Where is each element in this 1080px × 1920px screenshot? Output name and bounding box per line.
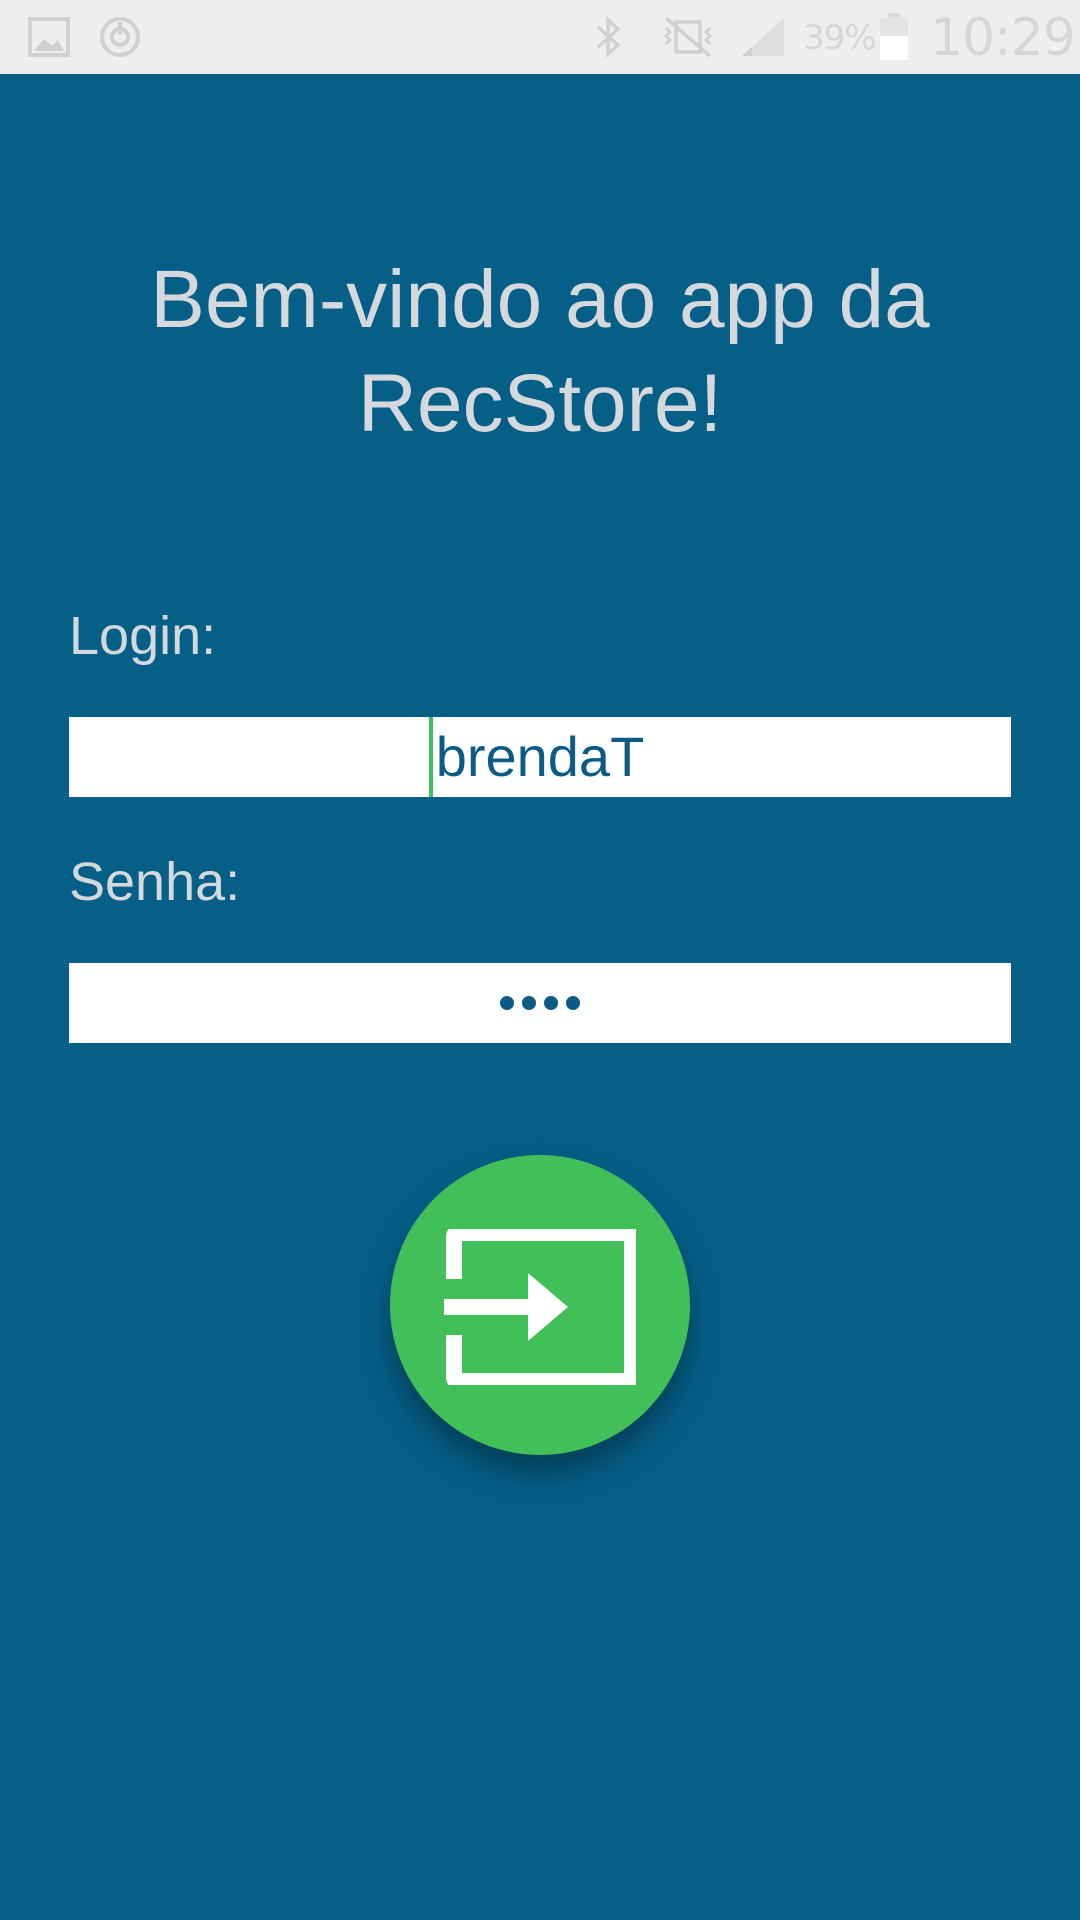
password-label: Senha:: [69, 852, 241, 912]
text-caret: [429, 717, 433, 797]
password-dot: [522, 996, 536, 1010]
bluetooth-icon: [596, 16, 621, 58]
image-icon: [28, 17, 70, 57]
login-label: Login:: [69, 606, 217, 666]
battery-icon: [880, 13, 908, 60]
password-dot: [544, 996, 558, 1010]
login-button[interactable]: [390, 1155, 690, 1455]
password-mask: [69, 963, 1011, 1043]
signal-icon: [742, 18, 784, 56]
password-dot: [566, 996, 580, 1010]
vibrate-icon: [663, 16, 713, 58]
login-input[interactable]: brendaT: [69, 717, 1011, 797]
battery-percent: 39%: [803, 18, 877, 58]
password-dot: [500, 996, 514, 1010]
status-bar: 39% 10:29: [0, 0, 1080, 74]
login-value: brendaT: [435, 725, 645, 788]
sync-icon: [100, 17, 140, 57]
login-icon: [444, 1229, 636, 1385]
password-input[interactable]: [69, 963, 1011, 1043]
clock: 10:29: [930, 8, 1076, 68]
welcome-title: Bem-vindo ao app da RecStore!: [150, 254, 930, 449]
